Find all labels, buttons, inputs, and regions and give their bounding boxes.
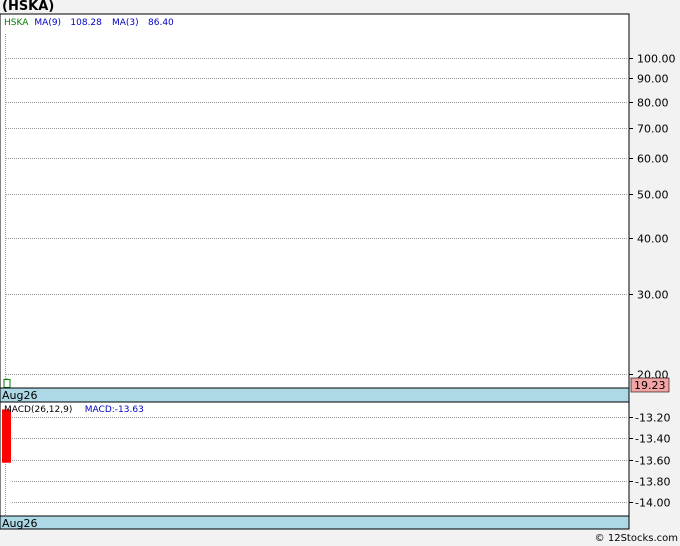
price-legend-item: MA(9) [34, 18, 61, 28]
price-legend-item: 86.40 [148, 18, 174, 28]
price-marks [3, 378, 11, 388]
macd-date-labels: Aug26 [2, 517, 37, 530]
price-tick-label: 40.00 [637, 233, 669, 246]
price-tick-label: 80.00 [637, 97, 669, 110]
last-price-label: 19.23 [634, 379, 666, 392]
price-axis: 100.00 90.00 80.00 70.00 60.00 50.00 40.00 30.0… [629, 53, 676, 382]
price-legend-item: MA(3) [112, 18, 139, 28]
price-date-label: Aug26 [2, 389, 37, 402]
macd-legend-item: MACD:-13.63 [85, 405, 144, 415]
macd-tick-label: -13.40 [635, 433, 670, 446]
price-candle [3, 378, 11, 388]
price-tick-label: 100.00 [637, 53, 676, 66]
price-legend-item: HSKA [4, 18, 29, 28]
chart-figure: (HSKA) 100.00 90.00 80.00 70.00 60.00 50.00 40… [0, 0, 680, 546]
macd-marks [2, 409, 11, 463]
macd-panel [0, 401, 630, 517]
macd-tick-label: -13.60 [635, 455, 670, 468]
macd-tick-label: -13.80 [635, 476, 670, 489]
copyright-footer: © 12Stocks.com [594, 533, 678, 544]
price-tick-label: 70.00 [637, 123, 669, 136]
price-date-labels: Aug26 [2, 389, 37, 402]
macd-legend-item: MACD(26,12,9) [4, 405, 72, 415]
macd-axis: -13.20 -13.40 -13.60 -13.80 -14.00 [629, 412, 670, 510]
price-panel [0, 13, 630, 389]
macd-date-label: Aug26 [2, 517, 37, 530]
price-date-band [0, 387, 630, 403]
chart-svg: 100.00 90.00 80.00 70.00 60.00 50.00 40.00 30.0… [0, 13, 676, 530]
macd-tick-label: -14.00 [635, 497, 670, 510]
macd-tick-label: -13.20 [635, 412, 670, 425]
price-tick-label: 90.00 [637, 73, 669, 86]
price-tick-label: 50.00 [637, 189, 669, 202]
macd-bar [2, 409, 11, 463]
price-tick-label: 30.00 [637, 289, 669, 302]
macd-date-band [0, 515, 630, 530]
price-legend-item: 108.28 [70, 18, 102, 28]
price-tick-label: 60.00 [637, 153, 669, 166]
